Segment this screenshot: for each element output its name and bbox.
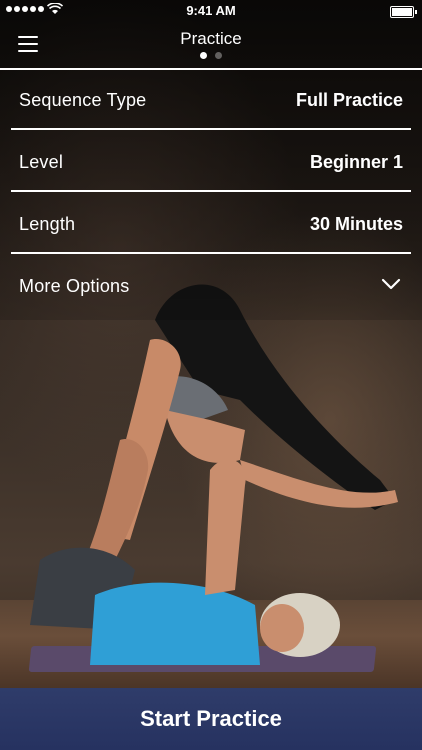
page-indicator[interactable] xyxy=(0,52,422,59)
length-row[interactable]: Length 30 Minutes xyxy=(11,194,411,254)
more-options-row[interactable]: More Options xyxy=(11,256,411,316)
length-value: 30 Minutes xyxy=(309,214,403,234)
status-bar: 9:41 AM xyxy=(0,0,422,22)
row-divider xyxy=(11,190,411,192)
sequence-type-label: Sequence Type xyxy=(19,90,147,110)
status-time: 9:41 AM xyxy=(186,3,236,18)
length-label: Length xyxy=(19,214,76,234)
nav-bar: Practice xyxy=(0,22,422,68)
sequence-type-value: Full Practice xyxy=(295,90,403,110)
more-options-label: More Options xyxy=(19,276,130,296)
start-practice-button[interactable]: Start Practice xyxy=(0,688,422,750)
page-title: Practice xyxy=(180,29,242,48)
battery-icon xyxy=(390,6,417,18)
chevron-down-icon[interactable] xyxy=(381,278,401,290)
level-label: Level xyxy=(19,152,64,172)
row-divider xyxy=(11,252,411,254)
page-dot-inactive[interactable] xyxy=(215,52,222,59)
sequence-type-row[interactable]: Sequence Type Full Practice xyxy=(11,70,411,130)
level-row[interactable]: Level Beginner 1 xyxy=(11,132,411,192)
acro-yoga-figure xyxy=(30,284,398,665)
level-value: Beginner 1 xyxy=(309,152,403,172)
row-divider xyxy=(11,128,411,130)
page-dot-active[interactable] xyxy=(200,52,207,59)
